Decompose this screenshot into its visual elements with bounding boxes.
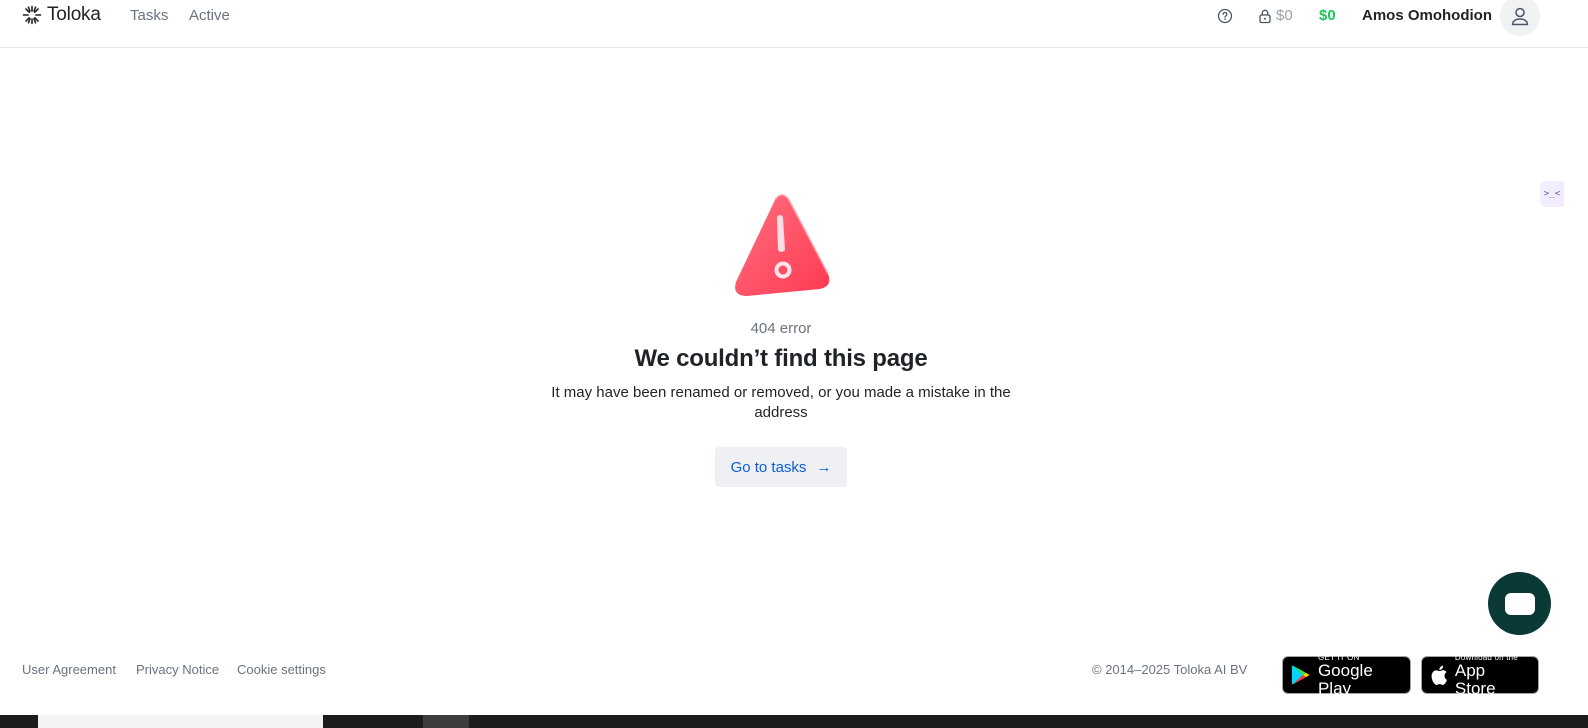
google-play-icon: [1291, 665, 1310, 685]
cookie-settings-link[interactable]: Cookie settings: [237, 662, 326, 677]
avatar[interactable]: [1500, 0, 1540, 36]
user-icon: [1511, 7, 1529, 26]
user-agreement-link[interactable]: User Agreement: [22, 662, 116, 677]
error-section: 404 error We couldn’t find this page It …: [494, 190, 1068, 487]
google-play-badge[interactable]: GET IT ON Google Play: [1282, 653, 1411, 697]
brand-name: Toloka: [47, 4, 101, 25]
locked-balance-value: $0: [1276, 7, 1293, 24]
nav-active[interactable]: Active: [189, 7, 230, 24]
support-chat-button[interactable]: [1488, 572, 1551, 635]
locked-balance[interactable]: $0: [1258, 7, 1293, 24]
taskbar-search-box[interactable]: [38, 715, 323, 728]
lock-icon: [1259, 9, 1271, 23]
toloka-logo-icon: [22, 5, 42, 25]
copyright-text: © 2014–2025 Toloka AI BV: [1092, 662, 1248, 677]
chat-bubble-icon: [1504, 592, 1535, 615]
arrow-right-icon: →: [816, 458, 832, 476]
app-store-title: App Store: [1454, 660, 1496, 698]
google-play-title: Google Play: [1317, 660, 1373, 698]
apple-icon: [1431, 665, 1447, 685]
top-navigation-bar: Toloka Tasks Active $0 $0 Amos Omohodion: [0, 0, 1588, 48]
taskbar-active-app[interactable]: [423, 715, 469, 728]
privacy-notice-link[interactable]: Privacy Notice: [136, 662, 219, 677]
help-icon[interactable]: [1217, 8, 1233, 29]
nav-tasks[interactable]: Tasks: [130, 7, 168, 24]
user-name[interactable]: Amos Omohodion: [1362, 7, 1492, 24]
side-helper-widget[interactable]: >_<: [1540, 181, 1564, 207]
toloka-logo[interactable]: Toloka: [22, 4, 101, 26]
go-to-tasks-label: Go to tasks: [730, 458, 807, 476]
error-code: 404 error: [750, 320, 812, 337]
warning-triangle-icon: [735, 194, 830, 296]
balance-value[interactable]: $0: [1319, 7, 1336, 24]
app-store-badge[interactable]: Download on the App Store: [1421, 653, 1539, 697]
page-title: We couldn’t find this page: [634, 345, 928, 372]
error-description: It may have been renamed or removed, or …: [551, 384, 1011, 421]
go-to-tasks-button[interactable]: Go to tasks →: [714, 447, 848, 487]
side-helper-face: >_<: [1543, 189, 1561, 199]
